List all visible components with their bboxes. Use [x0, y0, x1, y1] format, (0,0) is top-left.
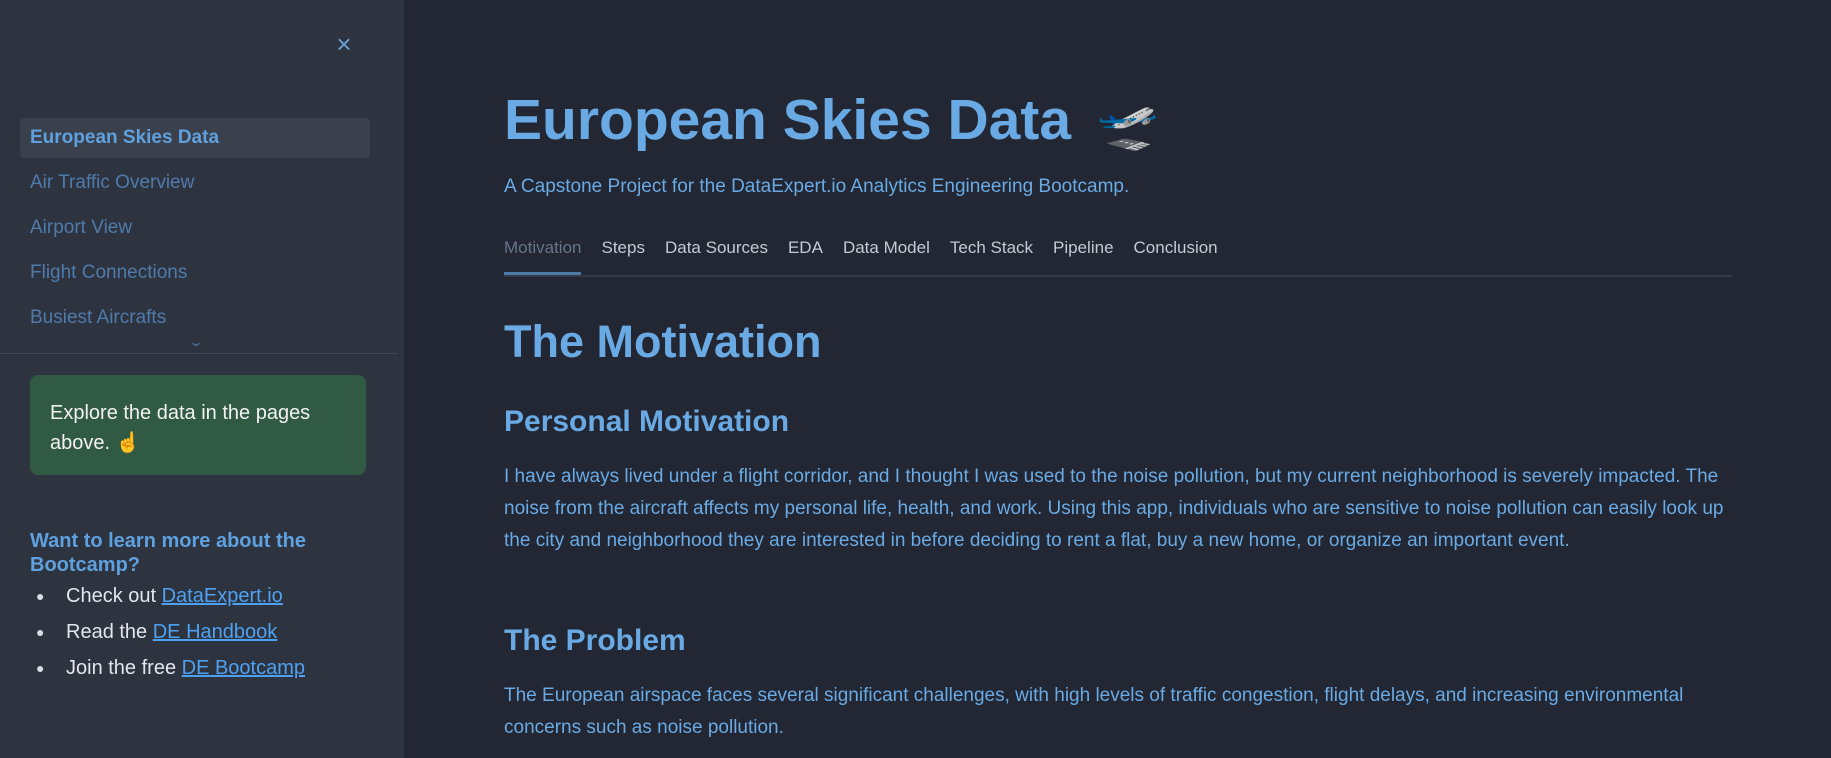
tab-data-sources[interactable]: Data Sources — [665, 230, 768, 275]
page-title-text: European Skies Data — [504, 88, 1072, 152]
sidebar-item-airport-view[interactable]: Airport View — [20, 208, 370, 248]
problem-paragraph: The European airspace faces several sign… — [504, 685, 1684, 738]
link-prefix: Join the free — [66, 657, 182, 679]
list-item: ● Read the DE Handbook — [30, 614, 305, 650]
explore-data-info-box: Explore the data in the pages above. ☝️ — [30, 375, 366, 475]
sidebar-item-label: Flight Connections — [30, 262, 188, 283]
sidebar-divider — [0, 353, 398, 354]
airplane-departure-icon: 🛫 — [1096, 95, 1160, 152]
bootcamp-link-list: ● Check out DataExpert.io ● Read the DE … — [30, 578, 305, 686]
bootcamp-heading: Want to learn more about the Bootcamp? — [30, 530, 306, 576]
motivation-section-title: The Motivation — [504, 316, 822, 367]
tab-motivation[interactable]: Motivation — [504, 230, 582, 275]
info-box-text: Explore the data in the pages above. — [50, 402, 311, 454]
expand-navigation-chevron-icon[interactable]: ⌄ — [188, 336, 203, 348]
bullet-icon: ● — [36, 588, 45, 604]
dataexpert-link[interactable]: DataExpert.io — [162, 585, 283, 607]
sidebar-item-flight-connections[interactable]: Flight Connections — [20, 253, 370, 293]
de-handbook-link[interactable]: DE Handbook — [153, 621, 278, 643]
sidebar: × European Skies Data Air Traffic Overvi… — [0, 0, 404, 758]
bullet-icon: ● — [36, 624, 45, 640]
page-subtitle: A Capstone Project for the DataExpert.io… — [504, 176, 1130, 197]
tab-conclusion[interactable]: Conclusion — [1134, 230, 1218, 275]
de-bootcamp-link[interactable]: DE Bootcamp — [182, 657, 305, 679]
main-content: European Skies Data 🛫 A Capstone Project… — [404, 0, 1831, 758]
sidebar-item-air-traffic-overview[interactable]: Air Traffic Overview — [20, 163, 370, 203]
sidebar-navigation: European Skies Data Air Traffic Overview… — [20, 118, 370, 343]
close-icon: × — [336, 29, 352, 59]
tab-steps[interactable]: Steps — [601, 230, 644, 275]
sidebar-item-busiest-aircrafts[interactable]: Busiest Aircrafts — [20, 298, 370, 338]
tab-pipeline[interactable]: Pipeline — [1053, 230, 1114, 275]
link-prefix: Read the — [66, 621, 153, 643]
close-sidebar-button[interactable]: × — [330, 30, 358, 58]
streamlit-app: × European Skies Data Air Traffic Overvi… — [0, 0, 1831, 758]
tab-tech-stack[interactable]: Tech Stack — [950, 230, 1033, 275]
personal-motivation-paragraph: I have always lived under a flight corri… — [504, 466, 1724, 551]
bullet-icon: ● — [36, 660, 45, 676]
list-item: ● Join the free DE Bootcamp — [30, 650, 305, 686]
list-item: ● Check out DataExpert.io — [30, 578, 305, 614]
page-title: European Skies Data 🛫 — [504, 80, 1159, 164]
tab-eda[interactable]: EDA — [788, 230, 823, 275]
problem-heading: The Problem — [504, 624, 686, 657]
personal-motivation-heading: Personal Motivation — [504, 405, 790, 438]
sidebar-item-label: Busiest Aircrafts — [30, 307, 167, 328]
section-tabs: Motivation Steps Data Sources EDA Data M… — [504, 230, 1732, 277]
tab-data-model[interactable]: Data Model — [843, 230, 930, 275]
sidebar-item-label: Air Traffic Overview — [30, 172, 195, 193]
sidebar-item-european-skies-data[interactable]: European Skies Data — [20, 118, 370, 158]
sidebar-item-label: European Skies Data — [30, 127, 220, 148]
sidebar-item-label: Airport View — [30, 217, 133, 238]
pointing-up-icon: ☝️ — [115, 432, 141, 454]
link-prefix: Check out — [66, 585, 162, 607]
